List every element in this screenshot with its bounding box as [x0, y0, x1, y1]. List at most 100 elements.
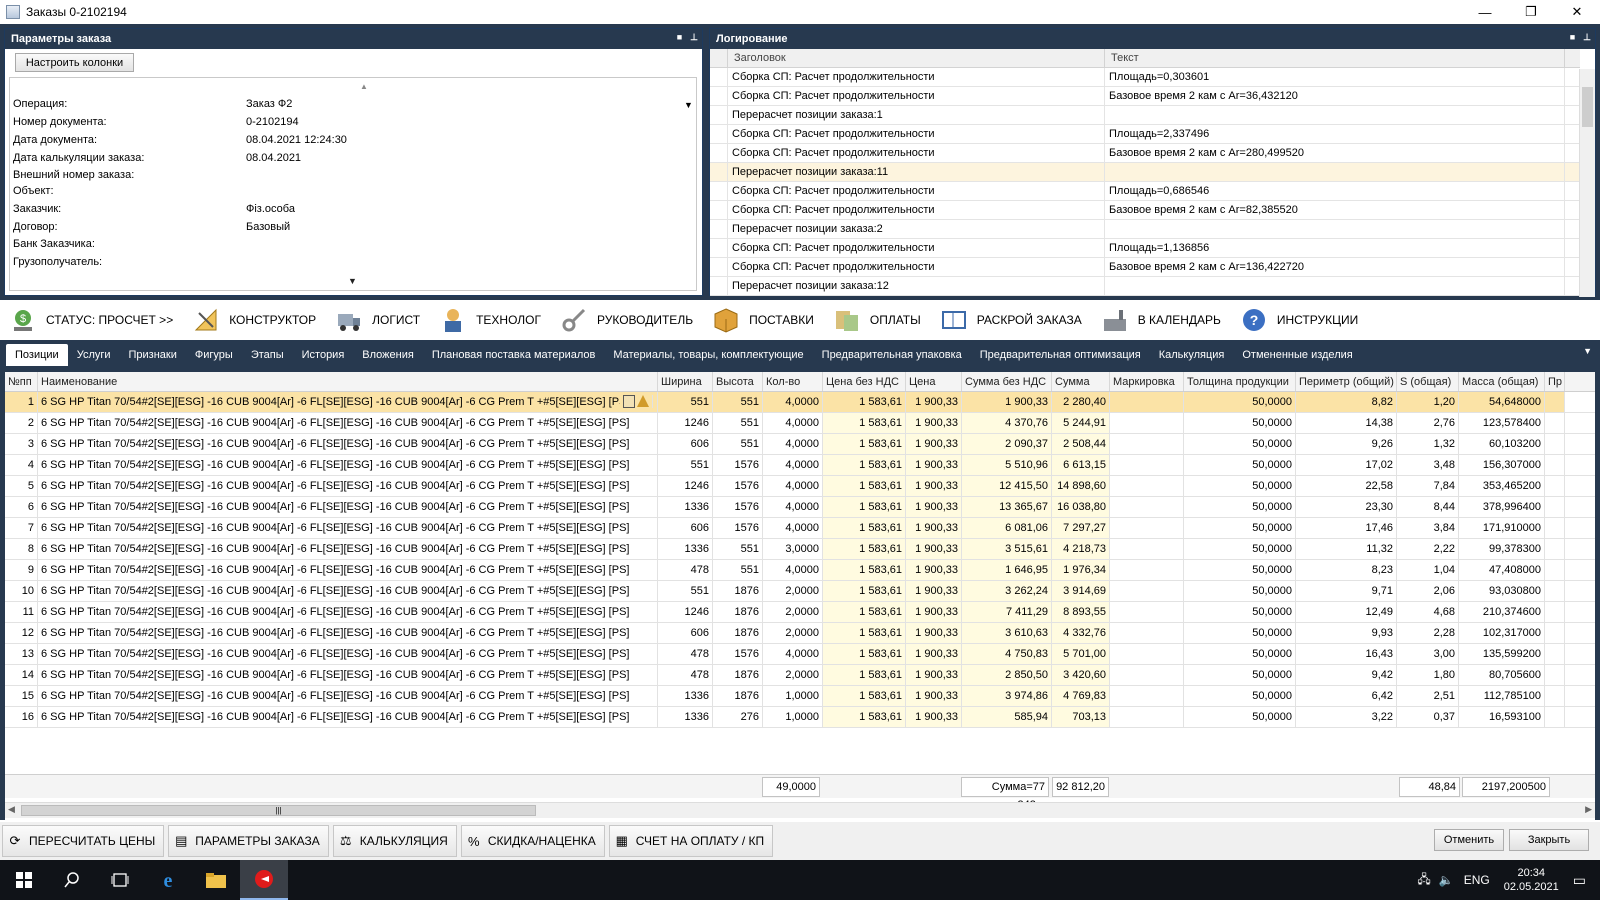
- col-header-marking[interactable]: Маркировка: [1110, 372, 1184, 391]
- col-header-sum-no-vat[interactable]: Сумма без НДС: [962, 372, 1052, 391]
- tab-attributes[interactable]: Признаки: [120, 344, 186, 366]
- language-indicator[interactable]: ENG: [1464, 873, 1490, 887]
- configure-columns-button[interactable]: Настроить колонки: [15, 53, 134, 72]
- scrollbar-thumb[interactable]: |||: [21, 805, 536, 816]
- tab-figures[interactable]: Фигуры: [186, 344, 242, 366]
- log-col-title[interactable]: Заголовок: [728, 49, 1105, 67]
- task-view-icon[interactable]: [96, 860, 144, 900]
- log-row[interactable]: Перерасчет позиции заказа:11: [710, 163, 1580, 182]
- calculation-button[interactable]: ⚖ Калькуляция: [332, 825, 457, 857]
- log-row[interactable]: Перерасчет позиции заказа:12: [710, 277, 1580, 296]
- volume-icon[interactable]: 🔈: [1439, 873, 1454, 887]
- table-row[interactable]: 14 6 SG HP Titan 70/54#2[SE][ESG] -16 CUB…: [5, 665, 1595, 686]
- notifications-icon[interactable]: ▭: [1573, 872, 1586, 889]
- col-header-row-number[interactable]: №пп: [5, 372, 38, 391]
- table-row[interactable]: 15 6 SG HP Titan 70/54#2[SE][ESG] -16 CUB…: [5, 686, 1595, 707]
- table-row[interactable]: 26 SG HP Titan 70/54#2[SE][ESG] -16 CUB …: [5, 413, 1595, 434]
- log-col-text[interactable]: Текст: [1105, 49, 1565, 67]
- tab-pre-packing[interactable]: Предварительная упаковка: [813, 344, 971, 366]
- log-row[interactable]: Перерасчет позиции заказа:2: [710, 220, 1580, 239]
- tab-calculation[interactable]: Калькуляция: [1150, 344, 1234, 366]
- scroll-up-icon[interactable]: ▲: [360, 82, 368, 91]
- col-header-extra[interactable]: Пр: [1545, 372, 1565, 391]
- table-row[interactable]: 76 SG HP Titan 70/54#2[SE][ESG] -16 CUB …: [5, 518, 1595, 539]
- search-icon[interactable]: [48, 860, 96, 900]
- log-row[interactable]: Сборка СП: Расчет продолжительности Площа…: [710, 68, 1580, 87]
- manager-button[interactable]: Руководитель: [559, 300, 693, 340]
- dropdown-arrow-icon[interactable]: ▼: [684, 100, 693, 110]
- log-row[interactable]: Сборка СП: Расчет продолжительности Базов…: [710, 87, 1580, 106]
- status-button[interactable]: $ Статус: Просчет >>: [8, 300, 173, 340]
- table-row[interactable]: 12 6 SG HP Titan 70/54#2[SE][ESG] -16 CUB…: [5, 623, 1595, 644]
- cutting-button[interactable]: Раскрой заказа: [939, 300, 1082, 340]
- scroll-right-icon[interactable]: ▶: [1585, 804, 1592, 815]
- float-icon[interactable]: ■: [677, 32, 682, 43]
- pin-icon[interactable]: ⊥: [1583, 32, 1591, 43]
- app-taskbar-icon[interactable]: [240, 860, 288, 900]
- col-header-area[interactable]: S (общая): [1397, 372, 1459, 391]
- col-header-height[interactable]: Высота: [713, 372, 763, 391]
- tab-pre-optimization[interactable]: Предварительная оптимизация: [971, 344, 1150, 366]
- file-explorer-icon[interactable]: [192, 860, 240, 900]
- table-row[interactable]: 86 SG HP Titan 70/54#2[SE][ESG] -16 CUB …: [5, 539, 1595, 560]
- log-row[interactable]: Сборка СП: Расчет продолжительности Площа…: [710, 239, 1580, 258]
- warning-icon[interactable]: [637, 395, 649, 407]
- table-row[interactable]: 36 SG HP Titan 70/54#2[SE][ESG] -16 CUB …: [5, 434, 1595, 455]
- log-row[interactable]: Сборка СП: Расчет продолжительности Базов…: [710, 144, 1580, 163]
- invoice-button[interactable]: ▦ Счет на оплату / КП: [608, 825, 774, 857]
- instructions-button[interactable]: ? Инструкции: [1239, 300, 1358, 340]
- table-row[interactable]: 46 SG HP Titan 70/54#2[SE][ESG] -16 CUB …: [5, 455, 1595, 476]
- network-icon[interactable]: 🖧: [1417, 870, 1430, 891]
- tabs-overflow-icon[interactable]: ▼: [1583, 346, 1592, 356]
- restore-button[interactable]: ❐: [1508, 0, 1554, 24]
- clock[interactable]: 20:34 02.05.2021: [1504, 866, 1559, 894]
- col-header-price-no-vat[interactable]: Цена без НДС: [823, 372, 906, 391]
- col-header-sum[interactable]: Сумма: [1052, 372, 1110, 391]
- close-button[interactable]: Закрыть: [1509, 829, 1589, 851]
- scroll-down-icon[interactable]: ▼: [348, 276, 357, 286]
- minimize-button[interactable]: —: [1462, 0, 1508, 24]
- col-header-mass[interactable]: Масса (общая): [1459, 372, 1545, 391]
- grid-horizontal-scrollbar[interactable]: ◀ ||| ▶: [5, 802, 1595, 818]
- operation-select[interactable]: Заказ Ф2: [246, 98, 292, 114]
- tab-materials[interactable]: Материалы, товары, комплектующие: [604, 344, 812, 366]
- cancel-button[interactable]: Отменить: [1434, 829, 1504, 851]
- log-scrollbar[interactable]: [1579, 69, 1595, 297]
- calendar-button[interactable]: В календарь: [1100, 300, 1221, 340]
- ie-browser-icon[interactable]: e: [144, 860, 192, 900]
- discount-button[interactable]: % Скидка/Наценка: [460, 825, 605, 857]
- recalc-prices-button[interactable]: ⟳ Пересчитать цены: [2, 825, 165, 857]
- table-row[interactable]: 11 6 SG HP Titan 70/54#2[SE][ESG] -16 CUB…: [5, 602, 1595, 623]
- tab-stages[interactable]: Этапы: [242, 344, 293, 366]
- float-icon[interactable]: ■: [1570, 32, 1575, 43]
- scrollbar-thumb[interactable]: [1582, 87, 1593, 127]
- tab-attachments[interactable]: Вложения: [353, 344, 423, 366]
- pin-icon[interactable]: ⊥: [690, 32, 698, 43]
- tab-cancelled[interactable]: Отмененные изделия: [1233, 344, 1361, 366]
- log-row[interactable]: Сборка СП: Расчет продолжительности Базов…: [710, 201, 1580, 220]
- col-header-price[interactable]: Цена: [906, 372, 962, 391]
- col-header-name[interactable]: Наименование: [38, 372, 658, 391]
- col-header-perimeter[interactable]: Периметр (общий): [1296, 372, 1397, 391]
- order-params-button[interactable]: ▤ Параметры заказа: [168, 825, 329, 857]
- table-row[interactable]: 13 6 SG HP Titan 70/54#2[SE][ESG] -16 CUB…: [5, 644, 1595, 665]
- table-row[interactable]: 10 6 SG HP Titan 70/54#2[SE][ESG] -16 CUB…: [5, 581, 1595, 602]
- col-header-quantity[interactable]: Кол-во: [763, 372, 823, 391]
- col-header-width[interactable]: Ширина: [658, 372, 713, 391]
- log-row[interactable]: Сборка СП: Расчет продолжительности Площа…: [710, 125, 1580, 144]
- table-row[interactable]: 16 SG HP Titan 70/54#2[SE][ESG] -16 CUB …: [5, 392, 1595, 413]
- technologist-button[interactable]: Технолог: [438, 300, 541, 340]
- tab-positions[interactable]: Позиции: [6, 344, 68, 366]
- payments-button[interactable]: Оплаты: [832, 300, 921, 340]
- close-window-button[interactable]: ✕: [1554, 0, 1600, 24]
- table-row[interactable]: 96 SG HP Titan 70/54#2[SE][ESG] -16 CUB …: [5, 560, 1595, 581]
- col-header-thickness[interactable]: Толщина продукции: [1184, 372, 1296, 391]
- log-row[interactable]: Перерасчет позиции заказа:1: [710, 106, 1580, 125]
- log-row[interactable]: Сборка СП: Расчет продолжительности Базов…: [710, 258, 1580, 277]
- tab-services[interactable]: Услуги: [68, 344, 120, 366]
- table-row[interactable]: 66 SG HP Titan 70/54#2[SE][ESG] -16 CUB …: [5, 497, 1595, 518]
- supplies-button[interactable]: Поставки: [711, 300, 814, 340]
- constructor-button[interactable]: Конструктор: [191, 300, 316, 340]
- tab-planned-supply[interactable]: Плановая поставка материалов: [423, 344, 605, 366]
- log-row[interactable]: Сборка СП: Расчет продолжительности Площа…: [710, 182, 1580, 201]
